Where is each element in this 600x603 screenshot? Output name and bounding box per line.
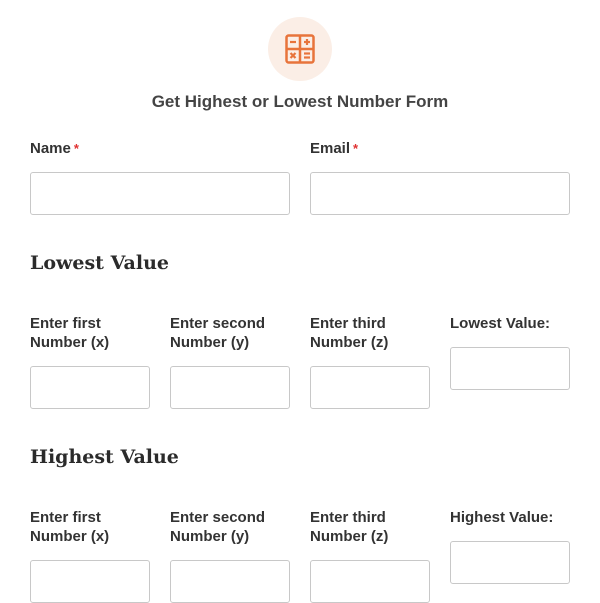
required-marker: * bbox=[353, 141, 359, 156]
name-label-text: Name bbox=[30, 140, 71, 157]
name-label: Name * bbox=[30, 139, 79, 158]
lowest-y-input[interactable] bbox=[170, 366, 290, 409]
highest-y-label: Enter second Number (y) bbox=[170, 509, 266, 545]
highest-x-input[interactable] bbox=[30, 560, 150, 603]
email-label-text: Email bbox=[310, 140, 351, 157]
email-label: Email * bbox=[310, 139, 358, 158]
lowest-z-input[interactable] bbox=[310, 366, 430, 409]
highest-z-input[interactable] bbox=[310, 560, 430, 603]
email-input[interactable] bbox=[310, 172, 570, 215]
lowest-result-input[interactable] bbox=[450, 347, 570, 390]
name-input[interactable] bbox=[30, 172, 290, 215]
highest-z-label: Enter third Number (z) bbox=[310, 509, 389, 545]
section-heading-lowest: Lowest Value bbox=[30, 252, 169, 274]
lowest-x-label: Enter first Number (x) bbox=[30, 315, 110, 351]
highest-result-input[interactable] bbox=[450, 541, 570, 584]
lowest-z-label: Enter third Number (z) bbox=[310, 315, 389, 351]
form-title: Get Highest or Lowest Number Form bbox=[151, 92, 449, 111]
form-icon-badge bbox=[268, 17, 332, 81]
highest-x-label: Enter first Number (x) bbox=[30, 509, 110, 545]
required-marker: * bbox=[73, 141, 79, 156]
highest-result-label: Highest Value: bbox=[450, 509, 554, 526]
calculator-icon bbox=[285, 34, 315, 64]
lowest-x-input[interactable] bbox=[30, 366, 150, 409]
lowest-y-label: Enter second Number (y) bbox=[170, 315, 266, 351]
highest-y-input[interactable] bbox=[170, 560, 290, 603]
section-heading-highest: Highest Value bbox=[30, 446, 179, 468]
lowest-result-label: Lowest Value: bbox=[450, 315, 551, 332]
